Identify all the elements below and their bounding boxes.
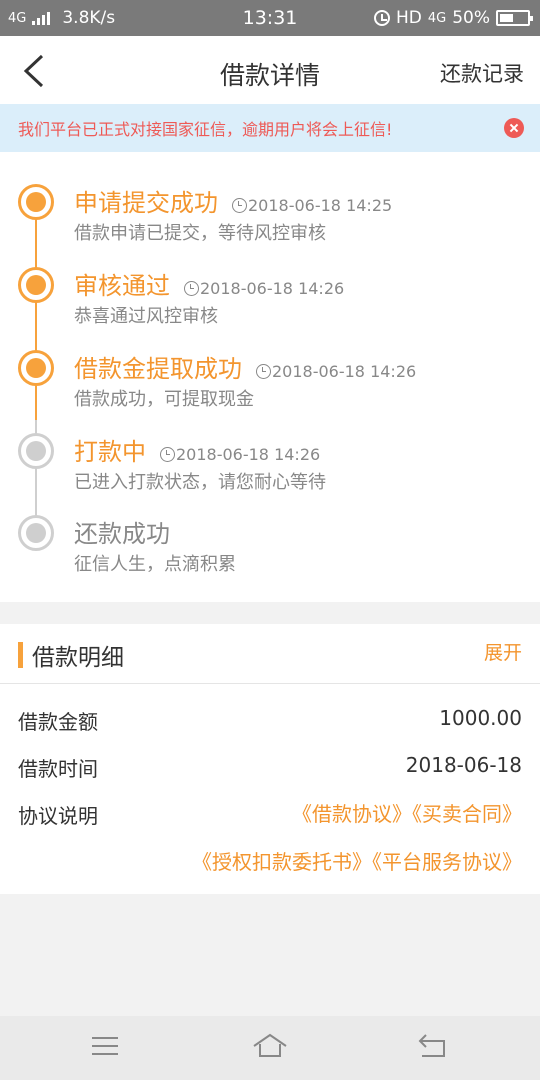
credit-notice-banner: 我们平台已正式对接国家征信，逾期用户将会上征信! xyxy=(0,104,540,152)
timeline-step: 打款中 2018-06-18 14:26 已进入打款状态，请您耐心等待 xyxy=(0,432,540,502)
step-title: 申请提交成功 2018-06-18 14:25 xyxy=(74,189,393,217)
debit-authorization-link[interactable]: 《授权扣款委托书》 xyxy=(192,850,372,874)
alarm-icon xyxy=(373,10,390,26)
step-pending-icon xyxy=(18,433,54,469)
hd-indicator: HD xyxy=(395,8,422,28)
clock-icon xyxy=(232,198,247,213)
step-time: 2018-06-18 14:26 xyxy=(256,362,416,381)
notice-text: 我们平台已正式对接国家征信，逾期用户将会上征信! xyxy=(18,120,393,139)
step-description: 征信人生，点滴积累 xyxy=(74,554,236,575)
detail-header: 借款明细 展开 xyxy=(0,624,540,684)
step-description: 已进入打款状态，请您耐心等待 xyxy=(74,472,326,493)
agreement-label: 协议说明 xyxy=(18,804,98,828)
home-button[interactable] xyxy=(252,1032,288,1062)
sales-contract-link[interactable]: 《买卖合同》 xyxy=(412,802,522,826)
system-nav-bar xyxy=(0,1016,540,1080)
status-right: HD 4G 50% xyxy=(373,8,533,28)
app-header: 借款详情 还款记录 xyxy=(0,36,540,104)
loan-agreement-link[interactable]: 《借款协议》 xyxy=(292,802,412,826)
section-accent-bar xyxy=(18,642,23,668)
menu-icon xyxy=(92,1037,118,1055)
loan-amount-label: 借款金额 xyxy=(18,710,98,734)
timeline-step: 还款成功 征信人生，点滴积累 xyxy=(0,514,540,584)
repayment-records-link[interactable]: 还款记录 xyxy=(440,58,524,88)
home-icon xyxy=(253,1033,287,1057)
step-title: 借款金提取成功 2018-06-18 14:26 xyxy=(74,355,417,383)
back-nav-button[interactable] xyxy=(416,1032,452,1062)
step-title: 审核通过 2018-06-18 14:26 xyxy=(74,272,345,300)
loan-time-row: 借款时间 2018-06-18 xyxy=(0,749,540,785)
step-time: 2018-06-18 14:26 xyxy=(160,445,320,464)
status-bar: 4G 3.8K/s 13:31 HD 4G 50% xyxy=(0,0,540,36)
timeline-step: 申请提交成功 2018-06-18 14:25 借款申请已提交，等待风控审核 xyxy=(0,183,540,253)
loan-amount-row: 借款金额 1000.00 xyxy=(0,702,540,738)
return-icon xyxy=(418,1034,445,1057)
clock-icon xyxy=(160,447,175,462)
step-time: 2018-06-18 14:26 xyxy=(184,279,344,298)
loan-time-value: 2018-06-18 xyxy=(405,753,522,777)
step-title: 还款成功 xyxy=(74,520,170,548)
timeline-step: 借款金提取成功 2018-06-18 14:26 借款成功，可提取现金 xyxy=(0,349,540,419)
step-title: 打款中 2018-06-18 14:26 xyxy=(74,438,321,466)
close-notice-button[interactable] xyxy=(504,118,524,138)
timeline-step: 审核通过 2018-06-18 14:26 恭喜通过风控审核 xyxy=(0,266,540,336)
loan-detail-card: 借款明细 展开 借款金额 1000.00 借款时间 2018-06-18 协议说… xyxy=(0,624,540,894)
battery-percent: 50% xyxy=(452,8,490,28)
step-description: 借款成功，可提取现金 xyxy=(74,389,254,410)
menu-button[interactable] xyxy=(88,1032,124,1062)
battery-fill xyxy=(500,14,513,22)
step-done-icon xyxy=(18,184,54,220)
clock-icon xyxy=(184,281,199,296)
clock-icon xyxy=(256,364,271,379)
step-done-icon xyxy=(18,267,54,303)
loan-progress-timeline: 申请提交成功 2018-06-18 14:25 借款申请已提交，等待风控审核 审核… xyxy=(0,152,540,602)
agreement-links: 《借款协议》《买卖合同》 《授权扣款委托书》《平台服务协议》 xyxy=(102,790,522,886)
network-type-right: 4G xyxy=(427,10,447,26)
loan-time-label: 借款时间 xyxy=(18,757,98,781)
loan-amount-value: 1000.00 xyxy=(439,706,522,730)
platform-service-agreement-link[interactable]: 《平台服务协议》 xyxy=(372,850,522,874)
step-pending-icon xyxy=(18,515,54,551)
step-description: 恭喜通过风控审核 xyxy=(74,306,218,327)
detail-title: 借款明细 xyxy=(32,645,124,671)
step-description: 借款申请已提交，等待风控审核 xyxy=(74,223,326,244)
battery-icon xyxy=(496,10,533,26)
step-time: 2018-06-18 14:25 xyxy=(232,196,392,215)
step-done-icon xyxy=(18,350,54,386)
expand-button[interactable]: 展开 xyxy=(484,638,522,665)
